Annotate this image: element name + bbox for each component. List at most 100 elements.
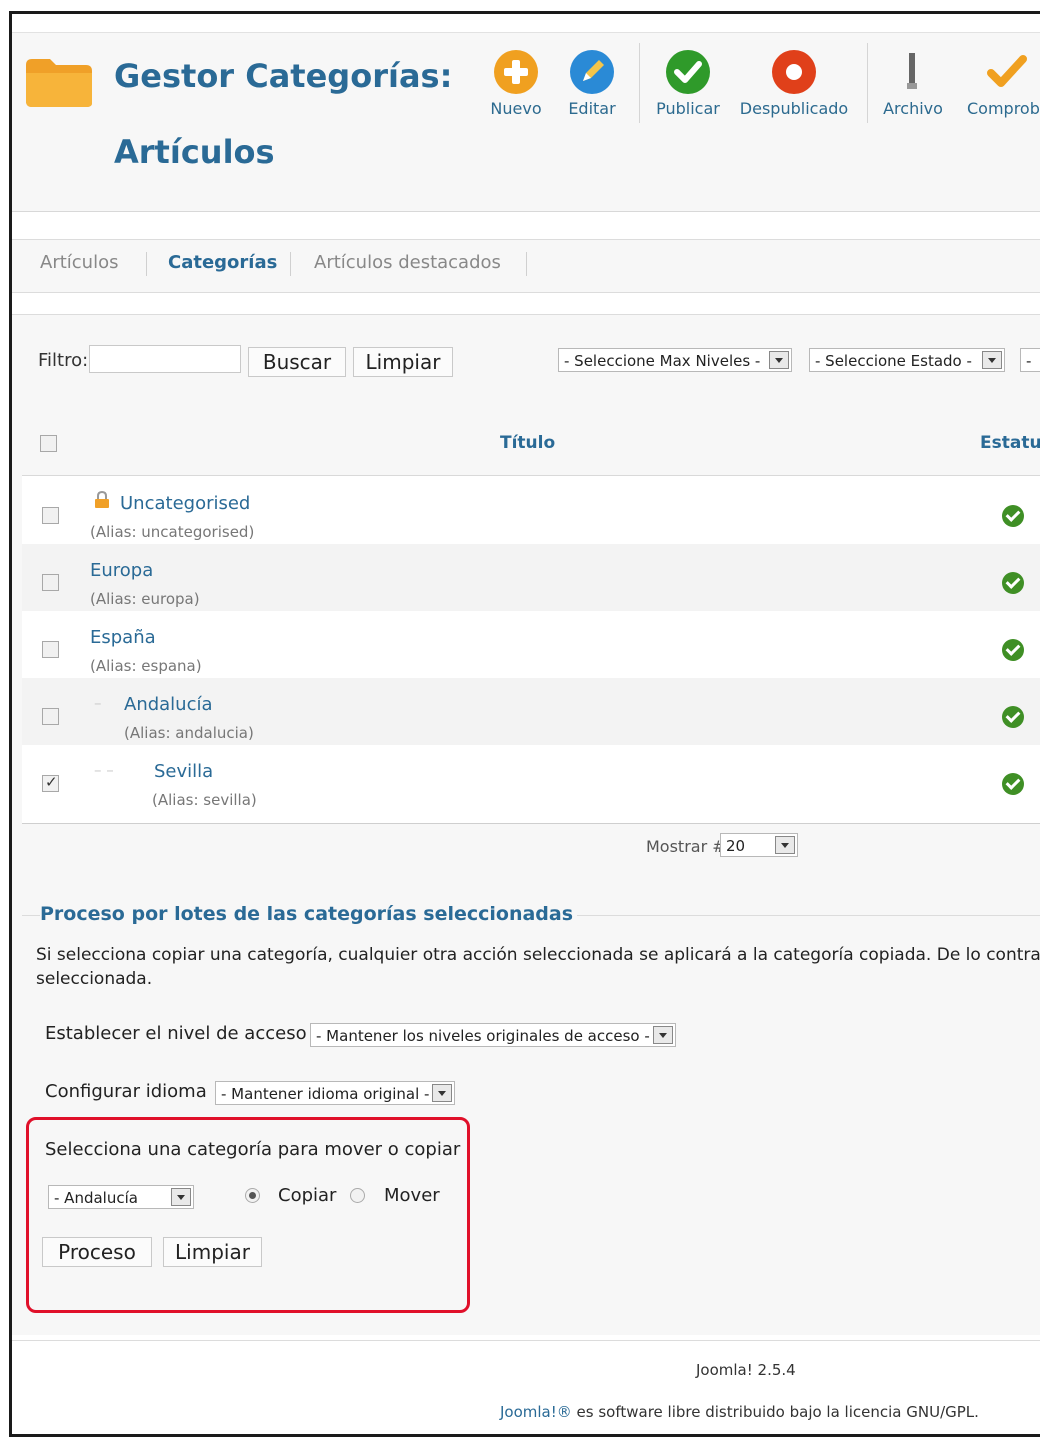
published-status-icon[interactable] <box>1002 639 1024 661</box>
row-checkbox[interactable] <box>42 773 59 792</box>
select-all-checkbox[interactable] <box>40 435 57 452</box>
access-level-value: - Mantener los niveles originales de acc… <box>316 1027 650 1045</box>
tab-divider <box>526 252 527 276</box>
filter-label: Filtro: <box>38 350 89 371</box>
table-header: Título Estatus <box>22 415 1040 476</box>
footer: Joomla! 2.5.4 Joomla!® es software libre… <box>12 1340 1040 1434</box>
more-filter-value: - <box>1026 352 1032 370</box>
more-filter-select[interactable]: - <box>1020 348 1040 372</box>
list-limit-select[interactable]: 20 <box>720 833 798 857</box>
category-link[interactable]: España <box>90 627 156 648</box>
new-button[interactable]: Nuevo <box>486 49 546 118</box>
max-levels-select[interactable]: - Seleccione Max Niveles - <box>558 348 792 372</box>
app-window: Gestor Categorías: Artículos Nuevo Edita… <box>9 11 1040 1437</box>
lock-icon <box>95 491 109 508</box>
joomla-link[interactable]: Joomla!® <box>500 1403 572 1421</box>
row-checkbox[interactable] <box>42 708 59 725</box>
edit-icon <box>570 50 614 94</box>
clear-filter-button[interactable]: Limpiar <box>353 347 453 377</box>
level-indent: – – <box>94 761 114 779</box>
checkin-button[interactable]: Comproba <box>967 49 1040 118</box>
category-link[interactable]: Europa <box>90 560 153 581</box>
category-alias: (Alias: sevilla) <box>152 791 257 809</box>
archive-label: Archivo <box>883 99 943 118</box>
toolbar-divider <box>639 43 640 123</box>
new-label: Nuevo <box>490 99 542 118</box>
published-status-icon[interactable] <box>1002 773 1024 795</box>
access-label: Establecer el nivel de acceso <box>45 1023 307 1044</box>
status-select[interactable]: - Seleccione Estado - <box>809 348 1005 372</box>
main-content: Filtro: Buscar Limpiar - Seleccione Max … <box>12 314 1040 1335</box>
language-value: - Mantener idioma original - <box>221 1085 430 1103</box>
max-levels-value: - Seleccione Max Niveles - <box>564 352 761 370</box>
language-select[interactable]: - Mantener idioma original - <box>215 1081 455 1105</box>
page-header: Gestor Categorías: Artículos Nuevo Edita… <box>12 32 1040 212</box>
dropdown-arrow-icon <box>432 1084 452 1102</box>
dropdown-arrow-icon <box>982 351 1002 369</box>
archive-button[interactable]: Archivo <box>880 49 946 118</box>
categories-table: Título Estatus Uncategorised (Alias: unc… <box>22 415 1040 824</box>
column-title[interactable]: Título <box>500 433 555 453</box>
publish-icon <box>666 50 710 94</box>
publish-label: Publicar <box>656 99 720 118</box>
category-alias: (Alias: espana) <box>90 657 202 675</box>
batch-legend: Proceso por lotes de las categorías sele… <box>40 903 578 925</box>
table-row: – Andalucía (Alias: andalucia) <box>22 678 1040 745</box>
license-sentence: es software libre distribuido bajo la li… <box>571 1403 979 1421</box>
edit-button[interactable]: Editar <box>562 49 622 118</box>
batch-clear-button[interactable]: Limpiar <box>163 1237 262 1267</box>
tab-featured[interactable]: Artículos destacados <box>314 252 501 273</box>
row-checkbox[interactable] <box>42 507 59 524</box>
copy-radio[interactable] <box>245 1188 260 1203</box>
status-value: - Seleccione Estado - <box>815 352 972 370</box>
published-status-icon[interactable] <box>1002 505 1024 527</box>
publish-button[interactable]: Publicar <box>652 49 724 118</box>
search-button[interactable]: Buscar <box>248 347 346 377</box>
unpublish-icon <box>772 50 816 94</box>
category-link[interactable]: Uncategorised <box>120 493 250 514</box>
page-subtitle: Artículos <box>114 133 275 171</box>
unpublish-label: Despublicado <box>739 99 849 118</box>
version-text: Joomla! 2.5.4 <box>696 1361 796 1379</box>
filter-search-input[interactable] <box>89 345 241 373</box>
category-link[interactable]: Sevilla <box>154 761 213 782</box>
tab-articles[interactable]: Artículos <box>40 252 118 273</box>
column-status[interactable]: Estatus <box>980 433 1040 453</box>
table-row: Europa (Alias: europa) <box>22 544 1040 611</box>
published-status-icon[interactable] <box>1002 572 1024 594</box>
add-icon <box>494 50 538 94</box>
access-level-select[interactable]: - Mantener los niveles originales de acc… <box>310 1023 676 1047</box>
license-text: Joomla!® es software libre distribuido b… <box>500 1403 979 1421</box>
row-checkbox[interactable] <box>42 641 59 658</box>
category-link[interactable]: Andalucía <box>124 694 213 715</box>
table-row: Uncategorised (Alias: uncategorised) <box>22 477 1040 544</box>
table-row: – – Sevilla (Alias: sevilla) <box>22 745 1040 812</box>
move-copy-label: Selecciona una categoría para mover o co… <box>45 1139 461 1160</box>
submenu-tabs: Artículos Categorías Artículos destacado… <box>12 239 1040 293</box>
move-radio[interactable] <box>350 1188 365 1203</box>
move-label: Mover <box>384 1185 440 1206</box>
toolbar-divider <box>867 43 868 123</box>
tab-categories[interactable]: Categorías <box>168 252 277 273</box>
page-title: Gestor Categorías: <box>114 57 453 95</box>
archive-icon <box>907 53 917 89</box>
category-alias: (Alias: uncategorised) <box>90 523 255 541</box>
target-category-select[interactable]: - Andalucía <box>48 1185 194 1209</box>
language-label: Configurar idioma <box>45 1081 207 1102</box>
list-limit-label: Mostrar # <box>646 837 726 856</box>
category-alias: (Alias: europa) <box>90 590 200 608</box>
tab-divider <box>146 252 147 276</box>
copy-label: Copiar <box>278 1185 337 1206</box>
level-indent: – <box>94 694 102 712</box>
tab-divider <box>290 252 291 276</box>
process-button[interactable]: Proceso <box>42 1237 152 1267</box>
dropdown-arrow-icon <box>653 1026 673 1044</box>
unpublish-button[interactable]: Despublicado <box>738 49 850 118</box>
target-category-value: - Andalucía <box>54 1189 138 1207</box>
batch-description: Si selecciona copiar una categoría, cual… <box>36 945 1040 989</box>
checkin-label: Comproba <box>967 99 1040 118</box>
row-checkbox[interactable] <box>42 574 59 591</box>
list-limit-value: 20 <box>726 837 746 855</box>
published-status-icon[interactable] <box>1002 706 1024 728</box>
dropdown-arrow-icon <box>171 1188 191 1206</box>
